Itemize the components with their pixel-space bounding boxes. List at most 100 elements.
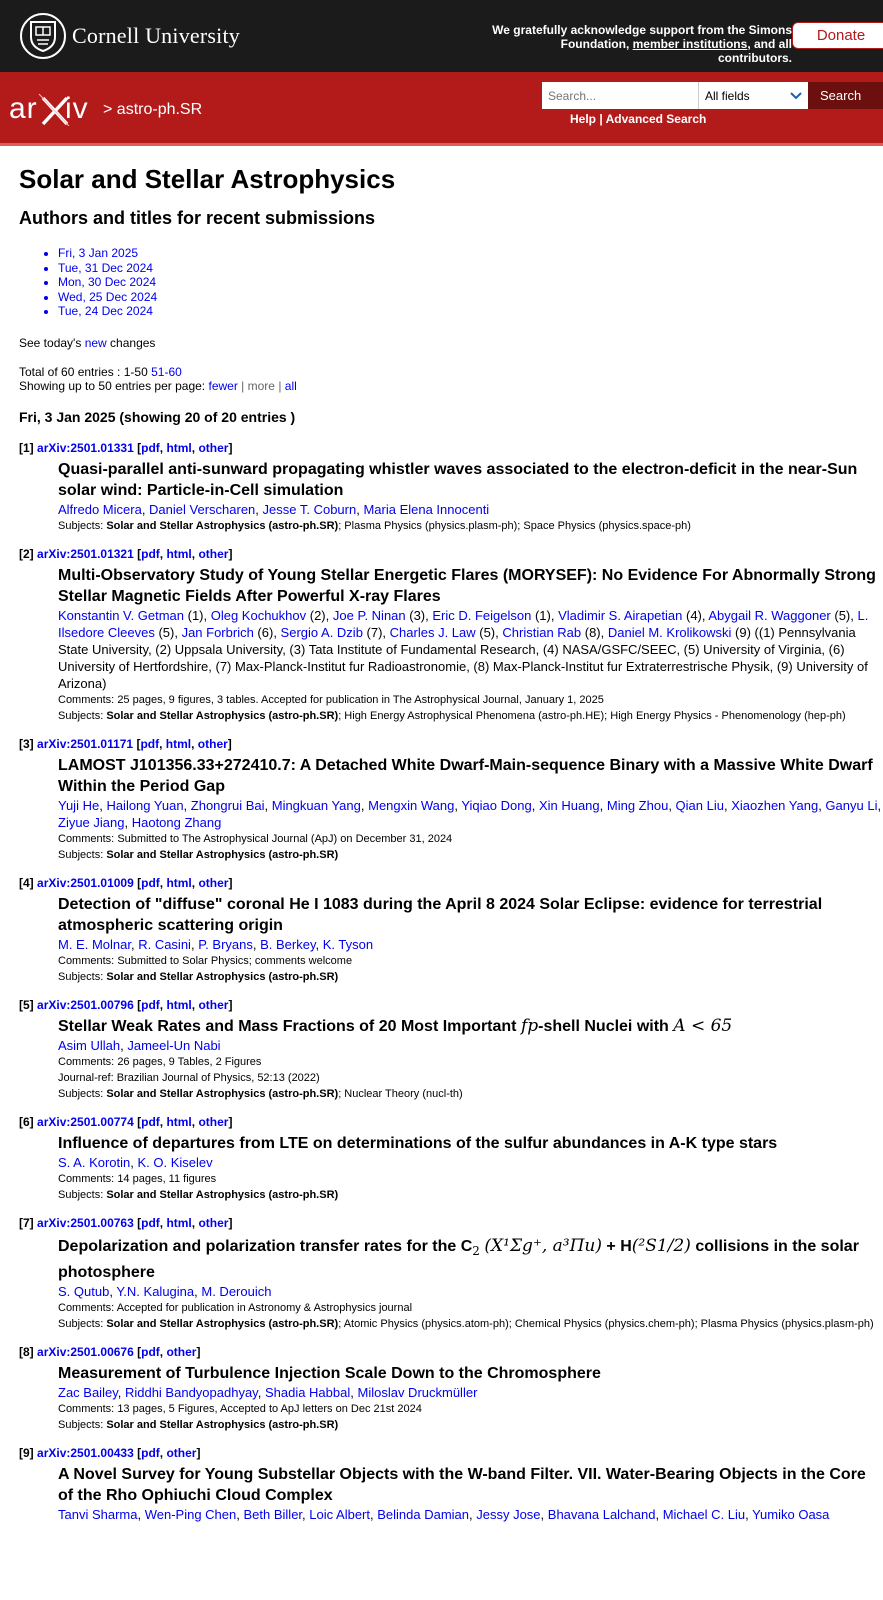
author-link[interactable]: Sergio A. Dzib xyxy=(281,625,363,640)
other-link[interactable]: other xyxy=(198,737,228,751)
author-link[interactable]: Bhavana Lalchand xyxy=(548,1507,656,1522)
author-link[interactable]: Mengxin Wang xyxy=(368,798,454,813)
author-link[interactable]: Loic Albert xyxy=(309,1507,370,1522)
other-link[interactable]: other xyxy=(198,441,228,455)
pdf-link[interactable]: pdf xyxy=(141,441,160,455)
author-link[interactable]: Y.N. Kalugina xyxy=(116,1284,194,1299)
author-link[interactable]: Oleg Kochukhov xyxy=(211,608,306,623)
author-link[interactable]: Yuji He xyxy=(58,798,99,813)
pdf-link[interactable]: pdf xyxy=(141,1115,160,1129)
author-link[interactable]: M. Derouich xyxy=(201,1284,271,1299)
html-link[interactable]: html xyxy=(166,737,191,751)
author-link[interactable]: Jesse T. Coburn xyxy=(263,502,357,517)
date-link[interactable]: Tue, 24 Dec 2024 xyxy=(58,304,883,319)
date-link[interactable]: Fri, 3 Jan 2025 xyxy=(58,246,883,261)
author-link[interactable]: Konstantin V. Getman xyxy=(58,608,184,623)
author-link[interactable]: Michael C. Liu xyxy=(663,1507,745,1522)
author-link[interactable]: Daniel M. Krolikowski xyxy=(608,625,732,640)
author-link[interactable]: Joe P. Ninan xyxy=(333,608,406,623)
other-link[interactable]: other xyxy=(198,876,228,890)
author-link[interactable]: Belinda Damian xyxy=(377,1507,469,1522)
author-link[interactable]: Jan Forbrich xyxy=(182,625,254,640)
author-link[interactable]: Vladimir S. Airapetian xyxy=(558,608,682,623)
search-input[interactable]: Search... xyxy=(542,82,698,109)
arxiv-id-link[interactable]: arXiv:2501.00763 xyxy=(37,1216,134,1230)
other-link[interactable]: other xyxy=(166,1446,196,1460)
author-link[interactable]: Abygail R. Waggoner xyxy=(708,608,830,623)
author-link[interactable]: Yumiko Oasa xyxy=(752,1507,829,1522)
pdf-link[interactable]: pdf xyxy=(141,1446,160,1460)
author-link[interactable]: Eric D. Feigelson xyxy=(432,608,531,623)
author-link[interactable]: Christian Rab xyxy=(502,625,581,640)
html-link[interactable]: html xyxy=(166,547,191,561)
arxiv-id-link[interactable]: arXiv:2501.00774 xyxy=(37,1115,134,1129)
author-link[interactable]: Mingkuan Yang xyxy=(272,798,361,813)
author-link[interactable]: K. Tyson xyxy=(323,937,373,952)
author-link[interactable]: Charles J. Law xyxy=(390,625,476,640)
pdf-link[interactable]: pdf xyxy=(141,876,160,890)
other-link[interactable]: other xyxy=(198,1216,228,1230)
author-link[interactable]: S. Qutub xyxy=(58,1284,109,1299)
author-link[interactable]: Riddhi Bandyopadhyay xyxy=(125,1385,258,1400)
arxiv-logo[interactable]: ar iv xyxy=(9,92,99,129)
other-link[interactable]: other xyxy=(198,998,228,1012)
author-link[interactable]: Tanvi Sharma xyxy=(58,1507,137,1522)
search-button[interactable]: Search xyxy=(808,82,883,109)
author-link[interactable]: B. Berkey xyxy=(260,937,315,952)
date-link[interactable]: Mon, 30 Dec 2024 xyxy=(58,275,883,290)
html-link[interactable]: html xyxy=(166,998,191,1012)
author-link[interactable]: Beth Biller xyxy=(244,1507,303,1522)
author-link[interactable]: Xiaozhen Yang xyxy=(731,798,818,813)
html-link[interactable]: html xyxy=(166,441,191,455)
pdf-link[interactable]: pdf xyxy=(141,1216,160,1230)
html-link[interactable]: html xyxy=(166,876,191,890)
help-link[interactable]: Help xyxy=(570,112,596,126)
cornell-logo[interactable]: Cornell University xyxy=(20,13,240,59)
author-link[interactable]: Yiqiao Dong xyxy=(461,798,531,813)
breadcrumb[interactable]: > astro-ph.SR xyxy=(103,101,202,119)
other-link[interactable]: other xyxy=(198,547,228,561)
pdf-link[interactable]: pdf xyxy=(141,547,160,561)
author-link[interactable]: S. A. Korotin xyxy=(58,1155,130,1170)
author-link[interactable]: Jessy Jose xyxy=(476,1507,540,1522)
fewer-link[interactable]: fewer xyxy=(208,379,237,393)
page-51-60-link[interactable]: 51-60 xyxy=(151,365,182,379)
other-link[interactable]: other xyxy=(166,1345,196,1359)
author-link[interactable]: Alfredo Micera xyxy=(58,502,142,517)
arxiv-id-link[interactable]: arXiv:2501.00676 xyxy=(37,1345,134,1359)
date-link[interactable]: Wed, 25 Dec 2024 xyxy=(58,290,883,305)
advanced-search-link[interactable]: Advanced Search xyxy=(606,112,707,126)
author-link[interactable]: Xin Huang xyxy=(539,798,600,813)
author-link[interactable]: Zac Bailey xyxy=(58,1385,118,1400)
pdf-link[interactable]: pdf xyxy=(141,1345,160,1359)
html-link[interactable]: html xyxy=(166,1216,191,1230)
search-field-select[interactable]: All fields xyxy=(698,82,808,109)
date-link[interactable]: Tue, 31 Dec 2024 xyxy=(58,261,883,276)
arxiv-id-link[interactable]: arXiv:2501.01009 xyxy=(37,876,134,890)
author-link[interactable]: P. Bryans xyxy=(198,937,253,952)
arxiv-id-link[interactable]: arXiv:2501.00796 xyxy=(37,998,134,1012)
author-link[interactable]: Wen-Ping Chen xyxy=(145,1507,237,1522)
arxiv-id-link[interactable]: arXiv:2501.01171 xyxy=(37,737,133,751)
author-link[interactable]: Hailong Yuan xyxy=(106,798,183,813)
author-link[interactable]: Miloslav Druckmüller xyxy=(357,1385,477,1400)
pdf-link[interactable]: pdf xyxy=(140,737,159,751)
author-link[interactable]: Shadia Habbal xyxy=(265,1385,350,1400)
member-institutions-link[interactable]: member institutions xyxy=(633,37,748,51)
author-link[interactable]: Maria Elena Innocenti xyxy=(363,502,489,517)
all-link[interactable]: all xyxy=(285,379,297,393)
donate-button[interactable]: Donate xyxy=(792,22,883,49)
author-link[interactable]: Haotong Zhang xyxy=(132,815,222,830)
arxiv-id-link[interactable]: arXiv:2501.00433 xyxy=(37,1446,134,1460)
author-link[interactable]: Ziyue Jiang xyxy=(58,815,124,830)
other-link[interactable]: other xyxy=(198,1115,228,1129)
pdf-link[interactable]: pdf xyxy=(141,998,160,1012)
author-link[interactable]: Qian Liu xyxy=(676,798,724,813)
author-link[interactable]: M. E. Molnar xyxy=(58,937,131,952)
arxiv-id-link[interactable]: arXiv:2501.01331 xyxy=(37,441,134,455)
author-link[interactable]: Daniel Verscharen xyxy=(149,502,255,517)
author-link[interactable]: Asim Ullah xyxy=(58,1038,120,1053)
author-link[interactable]: K. O. Kiselev xyxy=(138,1155,213,1170)
html-link[interactable]: html xyxy=(166,1115,191,1129)
arxiv-id-link[interactable]: arXiv:2501.01321 xyxy=(37,547,134,561)
